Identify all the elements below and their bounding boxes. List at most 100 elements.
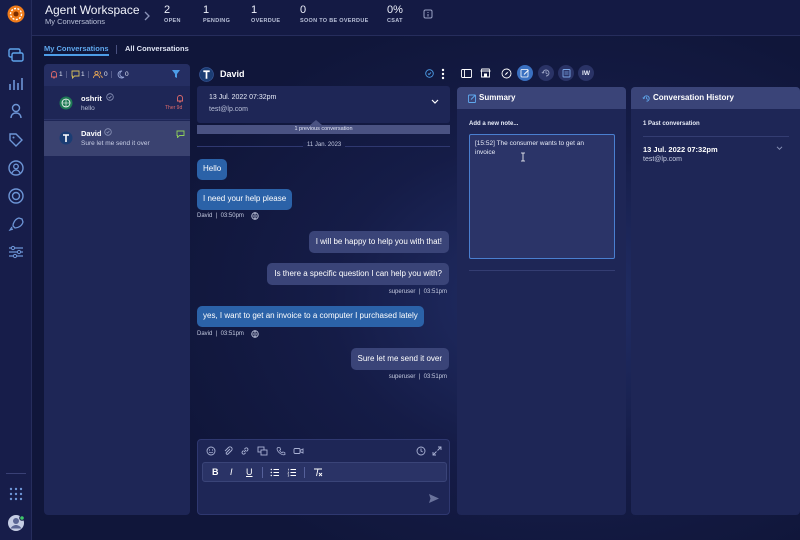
chat-avatar (199, 67, 214, 82)
history-title: Conversation History (653, 93, 734, 102)
message-bubble-incoming: Hello (197, 159, 228, 180)
message-time: 03:51pm (423, 374, 447, 380)
summary-header: Summary (457, 87, 626, 109)
filter-people-count: 0 (104, 71, 108, 78)
bold-button[interactable]: B (212, 467, 219, 477)
filter-sleep-count: 0 (125, 71, 129, 78)
conversation-history-panel: Conversation History 1 Past conversation… (631, 87, 800, 515)
history-icon (642, 94, 651, 103)
conversation-item[interactable]: oshrit hello Ther 9d (44, 86, 190, 120)
message-sender: superuser (388, 374, 416, 380)
previous-conversation-card[interactable]: 13 Jul. 2022 07:32pm test@lp.com (197, 86, 450, 123)
notes-icon[interactable] (558, 65, 574, 81)
message-bubble-outgoing: Sure let me send it over (350, 348, 449, 370)
message-status-icon (176, 130, 185, 138)
message-bubble-incoming: yes, I want to get an invoice to a compu… (197, 306, 424, 327)
video-icon[interactable] (293, 446, 304, 456)
message-icon[interactable] (71, 70, 80, 79)
info-icon[interactable] (423, 9, 433, 19)
bulleted-list-icon[interactable] (270, 468, 280, 477)
apps-grid-icon[interactable] (7, 485, 25, 503)
bot-icon[interactable] (7, 102, 25, 120)
conversations-icon[interactable] (7, 46, 25, 64)
bell-icon[interactable] (50, 70, 58, 79)
note-text: [15:52] The consumer wants to get an inv… (475, 140, 585, 156)
message-bubble-outgoing: I will be happy to help you with that! (308, 231, 449, 253)
user-avatar[interactable] (7, 514, 25, 532)
conversation-item-selected[interactable]: David Sure let me send it over (44, 121, 190, 156)
note-textarea[interactable]: [15:52] The consumer wants to get an inv… (469, 134, 615, 259)
overdue-badge: Ther 9d (165, 105, 183, 111)
attachment-icon[interactable] (223, 446, 233, 456)
customer-avatar (59, 96, 73, 110)
link-icon[interactable] (240, 446, 250, 456)
chevron-down-icon[interactable] (431, 99, 439, 105)
rocket-icon[interactable] (7, 215, 25, 233)
chat-panel: David 13 Jul. 2022 07:32pm test@lp.com 1… (195, 64, 452, 515)
iw-widget-button[interactable]: IW (578, 65, 594, 81)
brand-logo (6, 4, 26, 24)
summary-panel: Summary Add a new note... [15:52] The co… (457, 87, 626, 515)
analytics-icon[interactable] (7, 75, 25, 93)
verified-icon (425, 69, 434, 78)
history-divider (643, 136, 789, 137)
conversation-list-panel: 1 1 0 0 oshrit hello Ther 9d David Sure … (44, 64, 190, 515)
summary-edit-icon (468, 94, 477, 103)
filter-sep (111, 71, 112, 78)
clock-icon[interactable] (416, 446, 426, 456)
filter-icon[interactable] (171, 69, 181, 79)
expand-icon[interactable] (432, 446, 442, 456)
tab-divider (116, 45, 117, 54)
conversation-preview: Sure let me send it over (81, 140, 150, 147)
status-icon (104, 128, 112, 136)
message-sender: David (197, 213, 213, 219)
conversation-date: 13 Jul. 2022 07:32pm (209, 94, 277, 101)
underline-button[interactable]: U (246, 467, 253, 477)
message-sender: David (197, 331, 213, 337)
italic-button[interactable]: I (230, 467, 233, 477)
add-note-label: Add a new note... (469, 121, 519, 127)
tab-all-conversations[interactable]: All Conversations (125, 44, 189, 53)
date-divider: 11 Jan. 2023 (303, 142, 346, 148)
app-subtitle: My Conversations (45, 17, 106, 26)
summary-icon[interactable] (517, 65, 533, 81)
numbered-list-icon[interactable] (287, 468, 297, 477)
filter-sep (88, 71, 89, 78)
message-meta: David | 03:50pm (197, 213, 244, 219)
conversation-preview: hello (81, 105, 95, 112)
message-time: 03:50pm (220, 213, 244, 219)
store-icon[interactable] (477, 65, 493, 81)
chevron-down-icon[interactable] (776, 146, 783, 151)
globe-icon (251, 212, 259, 220)
history-item[interactable]: 13 Jul. 2022 07:32pm test@lp.com (643, 143, 789, 173)
globe-icon (251, 330, 259, 338)
canned-responses-icon[interactable] (257, 446, 268, 456)
compass-icon[interactable] (498, 65, 514, 81)
message-meta: David | 03:51pm (197, 331, 244, 337)
send-icon[interactable] (428, 493, 440, 504)
chevron-right-icon[interactable] (143, 10, 151, 22)
status-icon (106, 93, 114, 101)
rail-divider (6, 473, 26, 474)
target-icon[interactable] (7, 187, 25, 205)
widget-toggle-icon[interactable] (458, 65, 474, 81)
history-icon[interactable] (538, 65, 554, 81)
people-icon[interactable] (93, 70, 103, 79)
conversation-email: test@lp.com (209, 106, 249, 113)
message-sender: superuser (388, 289, 416, 295)
message-bubble-incoming: I need your help please (197, 189, 293, 210)
moon-icon[interactable] (116, 70, 125, 79)
profile-icon[interactable] (7, 159, 25, 177)
more-options-icon[interactable] (441, 68, 445, 80)
clear-formatting-icon[interactable] (313, 468, 323, 477)
history-item-date: 13 Jul. 2022 07:32pm (643, 145, 718, 154)
previous-conversation-link[interactable]: 1 previous conversation (197, 125, 450, 134)
emoji-icon[interactable] (206, 446, 216, 456)
toolbar-sep (304, 467, 305, 478)
tag-icon[interactable] (7, 131, 25, 149)
phone-icon[interactable] (276, 446, 286, 456)
conversation-name: oshrit (81, 94, 102, 103)
message-meta: superuser | 03:51pm (388, 374, 447, 380)
tab-my-conversations[interactable]: My Conversations (44, 44, 109, 53)
settings-sliders-icon[interactable] (7, 243, 25, 261)
